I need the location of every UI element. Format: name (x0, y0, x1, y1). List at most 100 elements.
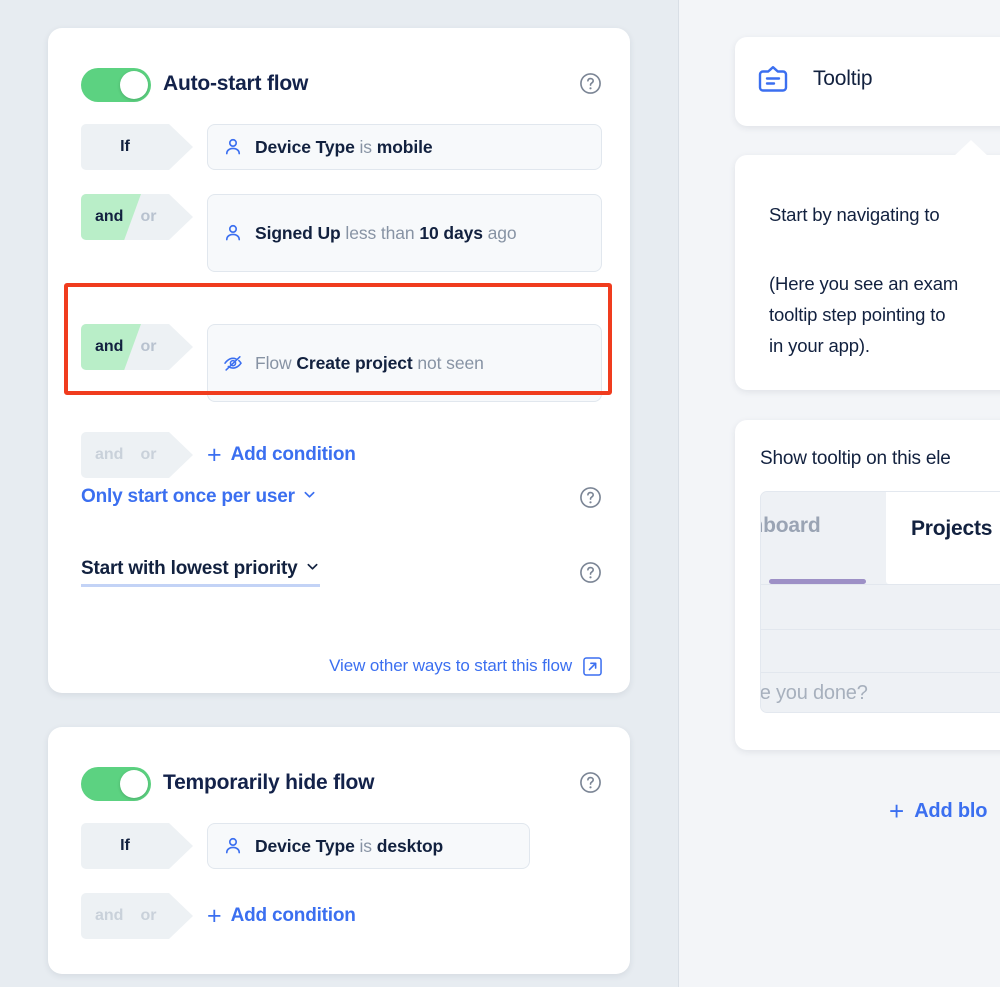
tooltip-preview-card: Start by navigating to (Here you see an … (735, 140, 1000, 390)
condition-text: Device Type is desktop (255, 833, 443, 859)
priority-select-label: Start with lowest priority (81, 558, 298, 579)
plus-icon: + (207, 440, 222, 469)
frequency-select-row: Only start once per user (81, 486, 602, 516)
condition-field: Create project (296, 353, 413, 373)
add-condition-button[interactable]: + Add condition (207, 432, 356, 478)
frequency-select[interactable]: Only start once per user (81, 486, 317, 508)
add-condition-row: and or + Add condition (81, 432, 602, 478)
condition-text: Signed Up less than 10 days ago (255, 220, 517, 246)
auto-start-flow-card: Auto-start flow If Device Type is mobile… (48, 28, 630, 693)
add-block-label: Add blo (914, 799, 988, 822)
tooltip-block-header[interactable]: Tooltip (735, 37, 1000, 126)
add-condition-label: Add condition (230, 444, 356, 465)
priority-select-row: Start with lowest priority (81, 558, 602, 588)
right-panel: Tooltip Start by navigating to (Here you… (678, 0, 1000, 987)
preview-row (761, 584, 1000, 629)
app-preview[interactable]: shboard Projects ave you done? (760, 491, 1000, 713)
toggle-knob (120, 71, 148, 99)
preview-placeholder-text: ave you done? (760, 682, 868, 704)
connector-tag-if[interactable]: If (81, 124, 193, 170)
condition-pill-flow-not-seen[interactable]: Flow Create project not seen (207, 324, 602, 402)
connector-tag-and-or[interactable]: and or (81, 194, 193, 240)
connector-label-and[interactable]: and (95, 338, 123, 356)
connector-tag-and-or[interactable]: and or (81, 324, 193, 370)
condition-field: Device Type (255, 137, 355, 157)
tooltip-paragraph-2-line-3: in your app). (769, 335, 870, 356)
tooltip-block-title: Tooltip (813, 67, 873, 90)
condition-pill-signed-up[interactable]: Signed Up less than 10 days ago (207, 194, 602, 272)
chevron-down-icon (302, 486, 317, 508)
plus-icon: + (889, 796, 905, 826)
left-panel: Auto-start flow If Device Type is mobile… (0, 0, 678, 987)
condition-operator: is (359, 137, 373, 157)
connector-label-if: If (120, 837, 130, 854)
external-link-icon (583, 656, 602, 676)
view-other-ways-link[interactable]: View other ways to start this flow (329, 656, 602, 676)
tooltip-icon (755, 63, 791, 99)
eye-slash-icon (222, 352, 244, 374)
tooltip-paragraph-2: (Here you see an exam tooltip step point… (769, 268, 1000, 361)
condition-field: Device Type (255, 836, 355, 856)
condition-pill-device-type[interactable]: Device Type is mobile (207, 124, 602, 170)
toggle-knob (120, 770, 148, 798)
tooltip-paragraph-2-line-2: tooltip step pointing to (769, 304, 946, 325)
frequency-select-label: Only start once per user (81, 486, 295, 507)
plus-icon: + (207, 901, 222, 930)
temporarily-hide-flow-card: Temporarily hide flow If Device Type is … (48, 727, 630, 974)
auto-start-label: Auto-start flow (163, 72, 309, 95)
preview-tab-dashboard[interactable]: shboard (761, 514, 821, 538)
connector-label-and[interactable]: and (95, 208, 123, 226)
condition-field: Signed Up (255, 223, 341, 243)
condition-pill-device-type[interactable]: Device Type is desktop (207, 823, 530, 869)
add-block-button[interactable]: + Add blo (889, 798, 987, 824)
connector-tag-disabled: and or (81, 432, 193, 478)
auto-start-toggle[interactable] (81, 68, 151, 102)
condition-text: Flow Create project not seen (255, 350, 484, 376)
app-root: Auto-start flow If Device Type is mobile… (0, 0, 1000, 987)
connector-label-or[interactable]: or (140, 338, 156, 356)
condition-row: and or Flow Create project not seen (81, 324, 602, 402)
chevron-down-icon (305, 558, 320, 580)
condition-operator: is (359, 836, 373, 856)
preview-row (761, 629, 1000, 672)
connector-tag-disabled: and or (81, 893, 193, 939)
condition-text: Device Type is mobile (255, 134, 433, 160)
question-circle-icon[interactable] (579, 72, 602, 95)
condition-row: and or Signed Up less than 10 days ago (81, 194, 602, 272)
tooltip-paragraph-2-line-1: (Here you see an exam (769, 273, 959, 294)
condition-suffix: ago (487, 223, 517, 243)
element-picker-card: Show tooltip on this ele shboard Project… (735, 420, 1000, 750)
add-condition-row: and or + Add condition (81, 893, 602, 939)
connector-label-or: or (140, 907, 157, 924)
preview-tab-projects-label: Projects (911, 517, 993, 540)
condition-operator: less than (345, 223, 415, 243)
condition-value: mobile (376, 137, 433, 157)
element-picker-label: Show tooltip on this ele (760, 448, 951, 469)
add-condition-label: Add condition (230, 905, 356, 926)
user-icon (222, 222, 244, 244)
user-icon (222, 835, 244, 857)
condition-operator: not seen (417, 353, 484, 373)
tooltip-paragraph-1: Start by navigating to (769, 204, 940, 225)
connector-label-and: and (95, 907, 124, 924)
condition-row: If Device Type is mobile (81, 124, 602, 170)
question-circle-icon[interactable] (579, 771, 602, 794)
user-icon (222, 136, 244, 158)
auto-start-toggle-row: Auto-start flow (81, 64, 602, 104)
question-circle-icon[interactable] (579, 561, 602, 584)
preview-tab-projects[interactable]: Projects (886, 492, 1000, 584)
connector-label-or: or (140, 446, 157, 463)
condition-value: desktop (376, 836, 444, 856)
connector-label-or[interactable]: or (140, 208, 156, 226)
question-circle-icon[interactable] (579, 486, 602, 509)
view-other-ways-label: View other ways to start this flow (329, 656, 572, 675)
hide-flow-toggle[interactable] (81, 767, 151, 801)
condition-prefix: Flow (255, 353, 292, 373)
hide-flow-toggle-row: Temporarily hide flow (81, 763, 602, 803)
priority-select[interactable]: Start with lowest priority (81, 558, 320, 587)
add-condition-button[interactable]: + Add condition (207, 893, 356, 939)
connector-tag-if[interactable]: If (81, 823, 193, 869)
connector-label-and: and (95, 446, 124, 463)
hide-flow-label: Temporarily hide flow (163, 771, 375, 794)
condition-row: If Device Type is desktop (81, 823, 530, 869)
